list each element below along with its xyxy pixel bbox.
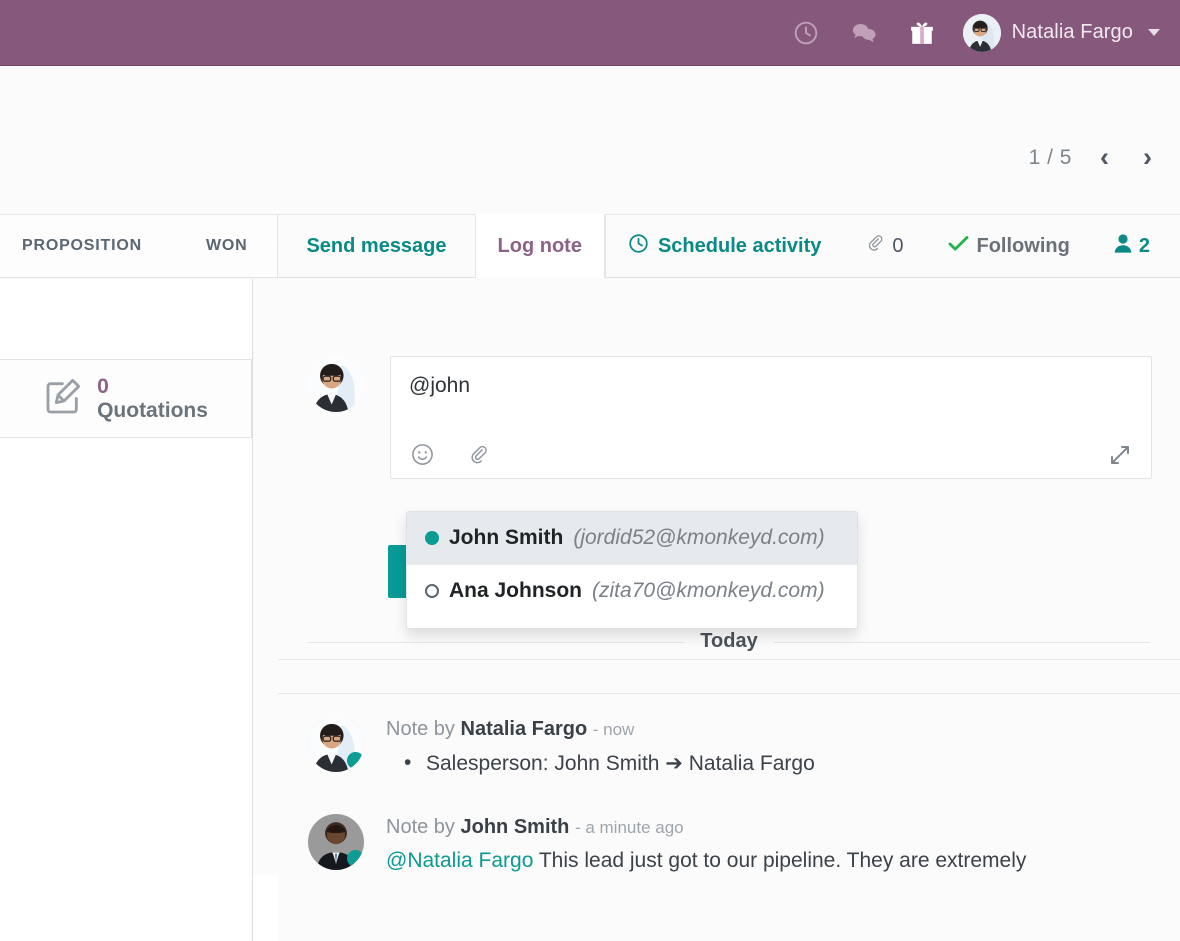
record-pager: 1 / 5 ‹ › (1029, 144, 1158, 171)
message-author: John Smith (461, 816, 570, 838)
emoji-icon[interactable] (407, 440, 437, 470)
followers-count: 2 (1139, 235, 1150, 258)
log-note-label: Log note (498, 235, 582, 258)
topbar-icon-group (793, 20, 935, 46)
log-note-button[interactable]: Log note (475, 214, 605, 278)
check-icon (948, 235, 969, 258)
expand-icon[interactable] (1105, 440, 1135, 470)
chevron-down-icon[interactable] (1148, 29, 1160, 36)
stage-label: WON (206, 237, 248, 255)
clock-icon (628, 233, 649, 260)
message-timestamp: - now (593, 720, 635, 739)
paperclip-icon (865, 233, 885, 259)
note-composer[interactable]: @john (390, 356, 1152, 479)
stage-won[interactable]: WON (172, 215, 278, 277)
pager-count: 1 / 5 (1029, 146, 1072, 170)
message-header: Note by John Smith - a minute ago (386, 816, 1150, 839)
day-separator: Today (278, 624, 1180, 660)
message-prefix: Note by (386, 816, 455, 838)
statusbar-and-chatter-tabs: PROPOSITION WON Send message Log note Sc… (0, 214, 1180, 278)
message-text: This lead just got to our pipeline. They… (533, 849, 1026, 872)
paperclip-icon[interactable] (463, 440, 493, 470)
stage-label: PROPOSITION (22, 237, 142, 255)
clock-icon[interactable] (793, 20, 819, 46)
message-item: Note by John Smith - a minute ago @Natal… (278, 792, 1180, 889)
statusbar: PROPOSITION WON (0, 215, 277, 277)
day-separator-label: Today (684, 630, 773, 653)
message-tracking-value: Salesperson: John Smith ➔ Natalia Fargo (386, 751, 1150, 776)
avatar (308, 814, 364, 870)
gift-icon[interactable] (909, 20, 935, 46)
message-thread: Today (278, 624, 1180, 889)
message-header: Note by Natalia Fargo - now (386, 718, 1150, 741)
note-composer-input[interactable]: @john (391, 357, 1151, 431)
mention-link[interactable]: @Natalia Fargo (386, 849, 533, 872)
page-body: 1 / 5 ‹ › PROPOSITION WON Send message L… (0, 66, 1180, 875)
edit-square-icon (43, 376, 83, 421)
message-body: Note by John Smith - a minute ago @Natal… (386, 814, 1150, 873)
chatter-action-bar: Send message Log note Schedule activity … (277, 215, 1180, 277)
pager-next-button[interactable]: › (1137, 144, 1158, 171)
mention-autocomplete-dropdown: John Smith (jordid52@kmonkeyd.com) Ana J… (406, 511, 858, 629)
mention-option-email: (jordid52@kmonkeyd.com) (573, 526, 824, 550)
mention-option-name: John Smith (449, 526, 563, 550)
followers-button[interactable]: 2 (1092, 215, 1172, 277)
quotations-count: 0 (97, 375, 208, 399)
message-author: Natalia Fargo (461, 718, 588, 740)
quotations-label: Quotations (97, 399, 208, 423)
schedule-activity-button[interactable]: Schedule activity (605, 215, 843, 277)
avatar (308, 356, 364, 412)
online-status-icon (425, 531, 439, 545)
top-navbar: Natalia Fargo (0, 0, 1180, 66)
quotations-stat-button[interactable]: 0 Quotations (0, 359, 252, 438)
message-timestamp: - a minute ago (575, 818, 684, 837)
record-form-panel: 0 Quotations (0, 279, 253, 941)
attachment-count: 0 (892, 235, 903, 258)
mention-option-email: (zita70@kmonkeyd.com) (592, 579, 825, 603)
stage-proposition[interactable]: PROPOSITION (0, 215, 172, 277)
following-button[interactable]: Following (926, 215, 1092, 277)
offline-status-icon (425, 584, 439, 598)
messages-icon[interactable] (851, 20, 877, 46)
mention-option-john-smith[interactable]: John Smith (jordid52@kmonkeyd.com) (407, 512, 857, 565)
message-content: @Natalia Fargo This lead just got to our… (386, 849, 1150, 873)
message-item: Note by Natalia Fargo - now Salesperson:… (278, 694, 1180, 792)
pager-previous-button[interactable]: ‹ (1094, 144, 1115, 171)
user-icon (1114, 234, 1132, 259)
mention-option-name: Ana Johnson (449, 579, 582, 603)
send-message-button[interactable]: Send message (278, 215, 474, 277)
quotations-stat-text: 0 Quotations (97, 375, 208, 422)
online-status-icon (347, 850, 364, 867)
composer-row: @john (308, 356, 1152, 479)
schedule-activity-label: Schedule activity (658, 235, 821, 258)
user-name: Natalia Fargo (1012, 21, 1133, 44)
attachments-button[interactable]: 0 (843, 215, 925, 277)
avatar (963, 14, 1001, 52)
user-menu[interactable]: Natalia Fargo (963, 14, 1160, 52)
thread-spacer (278, 660, 1180, 694)
avatar (308, 716, 364, 772)
message-body: Note by Natalia Fargo - now Salesperson:… (386, 716, 1150, 776)
send-message-label: Send message (306, 235, 446, 258)
chatter-panel: @john John Smith (278, 279, 1180, 941)
mention-option-ana-johnson[interactable]: Ana Johnson (zita70@kmonkeyd.com) (407, 565, 857, 620)
message-prefix: Note by (386, 718, 455, 740)
composer-toolbar (391, 431, 1151, 478)
online-status-icon (347, 752, 364, 769)
following-label: Following (977, 235, 1070, 258)
